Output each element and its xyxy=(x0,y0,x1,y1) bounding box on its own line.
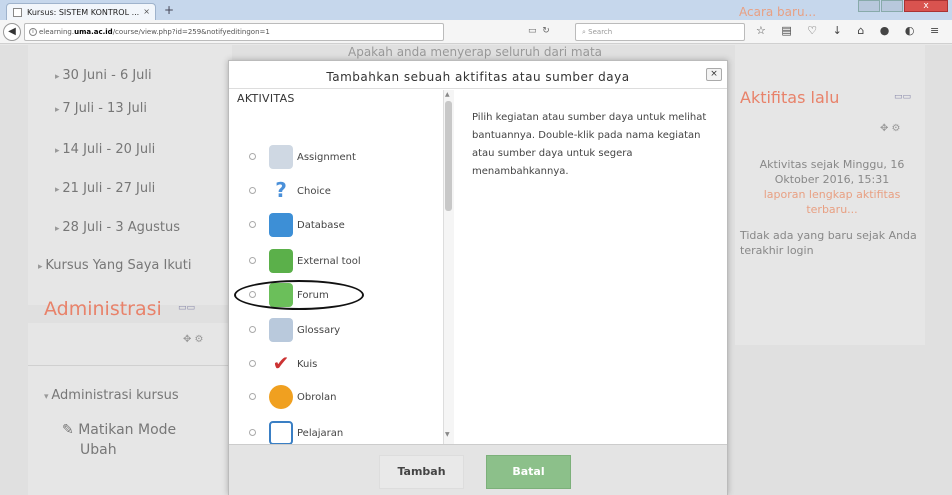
database-icon xyxy=(269,213,293,237)
option-label: Database xyxy=(297,220,345,231)
add-button[interactable]: Tambah xyxy=(379,455,464,489)
activity-option-assignment[interactable]: Assignment xyxy=(237,145,437,171)
chat-icon xyxy=(269,385,293,409)
window-close-button[interactable]: x xyxy=(904,0,948,12)
week-link[interactable]: 7 Juli - 13 Juli xyxy=(55,101,147,116)
add-activity-dialog: Tambahkan sebuah aktifitas atau sumber d… xyxy=(228,60,728,495)
radio-button[interactable] xyxy=(249,393,256,400)
edit-mode-label: Matikan Mode xyxy=(78,422,177,438)
option-label: Assignment xyxy=(297,152,356,163)
reader-reload-icons[interactable]: ▭ ↻ xyxy=(528,26,550,36)
no-new-activity-text: Tidak ada yang baru sejak Anda terakhir … xyxy=(740,229,917,257)
pencil-icon: ✎ xyxy=(62,422,79,438)
activity-option-chat[interactable]: Obrolan xyxy=(237,385,437,411)
week-link[interactable]: 28 Juli - 3 Agustus xyxy=(55,220,180,235)
radio-button[interactable] xyxy=(249,257,256,264)
full-report-link[interactable]: laporan lengkap aktifitas terbaru... xyxy=(764,188,901,216)
cancel-button[interactable]: Batal xyxy=(486,455,571,489)
browser-tab[interactable]: Kursus: SISTEM KONTROL ... × xyxy=(6,3,156,20)
option-label: Obrolan xyxy=(297,392,337,403)
gear-icon[interactable]: ✥ ⚙ xyxy=(183,334,204,345)
recent-activity-title: Aktifitas lalu xyxy=(740,88,840,107)
radio-button[interactable] xyxy=(249,429,256,436)
option-label: Kuis xyxy=(297,359,318,370)
choice-icon: ? xyxy=(275,178,287,202)
external-tool-icon xyxy=(269,249,293,273)
radio-button[interactable] xyxy=(249,153,256,160)
week-link[interactable]: 30 Juni - 6 Juli xyxy=(55,68,151,83)
week-link[interactable]: 21 Juli - 27 Juli xyxy=(55,181,155,196)
scrollbar-thumb[interactable] xyxy=(445,101,452,211)
back-arrow-icon[interactable]: ◀ xyxy=(3,23,21,41)
divider xyxy=(28,365,232,366)
new-event-link[interactable]: Acara baru... xyxy=(739,5,816,19)
admin-course-link[interactable]: Administrasi kursus xyxy=(44,388,178,403)
radio-button[interactable] xyxy=(249,221,256,228)
close-icon[interactable]: × xyxy=(706,68,722,81)
edit-mode-toggle[interactable]: ✎ Matikan Mode Ubah xyxy=(62,420,176,460)
activity-since: Aktivitas sejak Minggu, 16 Oktober 2016,… xyxy=(759,158,905,186)
info-icon[interactable]: i xyxy=(29,28,37,36)
gear-icon[interactable]: ✥ ⚙ xyxy=(880,123,901,134)
activity-option-database[interactable]: Database xyxy=(237,213,437,239)
admin-panel xyxy=(28,323,232,495)
scroll-down-icon[interactable]: ▼ xyxy=(445,431,450,438)
tab-title: Kursus: SISTEM KONTROL ... xyxy=(27,8,140,17)
option-label: Pelajaran xyxy=(297,428,344,439)
assignment-icon xyxy=(269,145,293,169)
activity-option-choice[interactable]: ? Choice xyxy=(237,179,437,205)
block-dock-icon[interactable]: ▭▭ xyxy=(178,303,195,313)
week-link[interactable]: 14 Juli - 20 Juli xyxy=(55,142,155,157)
window-minimize-button[interactable] xyxy=(858,0,880,12)
page-favicon-icon xyxy=(13,8,22,17)
admin-block-title: Administrasi xyxy=(44,298,162,320)
search-placeholder: Search xyxy=(588,28,613,36)
dialog-title: Tambahkan sebuah aktifitas atau sumber d… xyxy=(326,70,630,84)
url-bar[interactable]: i elearning.uma.ac.id/course/view.php?id… xyxy=(24,23,444,41)
lesson-icon xyxy=(269,421,293,445)
url-domain: uma.ac.id xyxy=(74,28,113,36)
tab-close-icon[interactable]: × xyxy=(143,7,150,16)
annotation-circle xyxy=(234,280,364,310)
option-label: External tool xyxy=(297,256,361,267)
activity-list-heading: AKTIVITAS xyxy=(237,92,295,105)
background-page-text: Apakah anda menyerap seluruh dari mata xyxy=(348,45,603,59)
option-label: Glossary xyxy=(297,325,341,336)
new-tab-button[interactable]: + xyxy=(164,3,174,17)
option-label: Choice xyxy=(297,186,331,197)
window-maximize-button[interactable] xyxy=(881,0,903,12)
activity-option-glossary[interactable]: Glossary xyxy=(237,318,437,344)
edit-mode-label-2: Ubah xyxy=(80,442,117,458)
url-path: /course/view.php?id=259&notifyeditingon=… xyxy=(112,28,270,36)
scroll-up-icon[interactable]: ▲ xyxy=(445,91,450,98)
help-text: Pilih kegiatan atau sumber daya untuk me… xyxy=(472,112,707,177)
activity-option-external-tool[interactable]: External tool xyxy=(237,249,437,275)
radio-button[interactable] xyxy=(249,326,256,333)
activity-option-quiz[interactable]: ✔ Kuis xyxy=(237,352,437,378)
radio-button[interactable] xyxy=(249,187,256,194)
search-input[interactable]: ⌕ Search xyxy=(575,23,745,41)
my-courses-link[interactable]: Kursus Yang Saya Ikuti xyxy=(38,258,191,273)
glossary-icon xyxy=(269,318,293,342)
quiz-icon: ✔ xyxy=(272,351,290,375)
dialog-footer: Tambah Batal xyxy=(229,444,727,495)
activity-since-text: Aktivitas sejak Minggu, 16 Oktober 2016,… xyxy=(740,157,924,217)
url-prefix: elearning. xyxy=(39,28,75,36)
toolbar-icons[interactable]: ☆ ▤ ♡ ↓ ⌂ ● ◐ ≡ xyxy=(756,24,945,37)
radio-button[interactable] xyxy=(249,360,256,367)
block-dock-icon[interactable]: ▭▭ xyxy=(894,92,911,102)
browser-nav-bar: ◀ i elearning.uma.ac.id/course/view.php?… xyxy=(0,20,952,44)
dialog-header: Tambahkan sebuah aktifitas atau sumber d… xyxy=(229,61,727,89)
